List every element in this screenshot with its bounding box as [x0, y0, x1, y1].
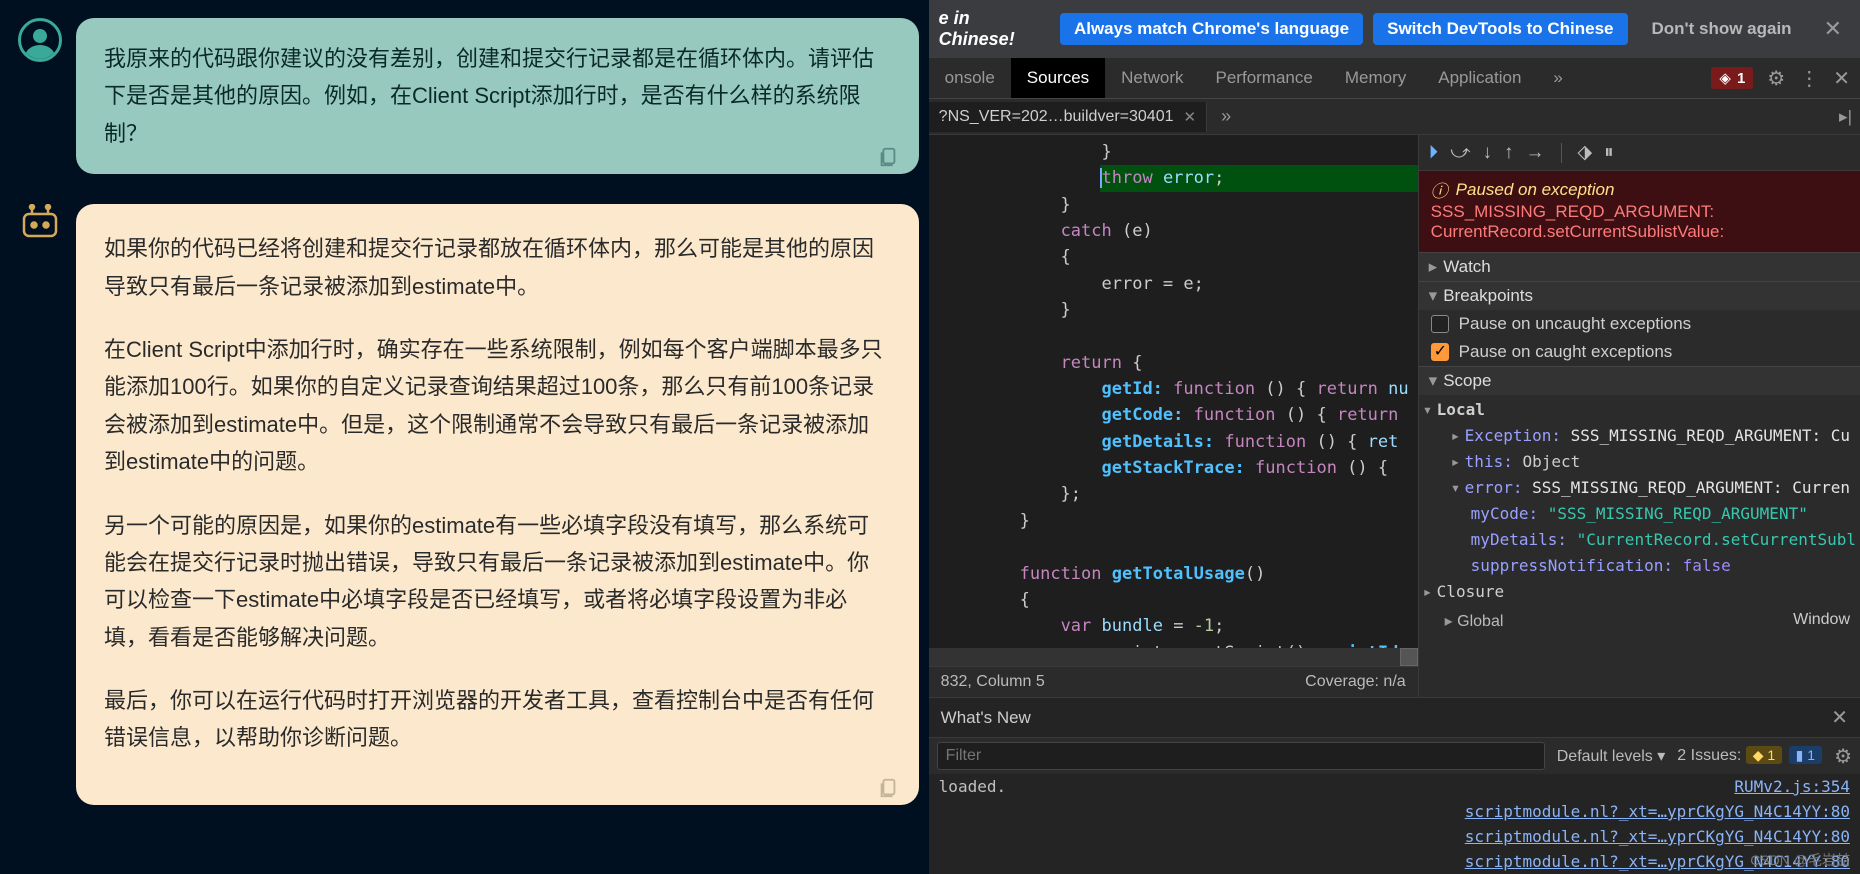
bot-message: 如果你的代码已经将创建和提交行记录都放在循环体内，那么可能是其他的原因导致只有最… — [76, 204, 919, 805]
bot-p3: 另一个可能的原因是，如果你的estimate有一些必填字段没有填写，那么系统可能… — [104, 507, 891, 657]
banner-close-icon[interactable]: ✕ — [1816, 16, 1850, 42]
tab-more-icon[interactable]: » — [1537, 58, 1578, 98]
console-link: scriptmodule.nl?_xt=…yprCKgYG_N4C14YY:80 — [1465, 802, 1850, 821]
console-row[interactable]: scriptmodule.nl?_xt=…yprCKgYG_N4C14YY:80 — [929, 849, 1860, 874]
pause-exc-icon[interactable]: ⏸ — [1604, 142, 1614, 164]
file-tab[interactable]: ?NS_VER=202…buildver=30401 ✕ — [929, 102, 1207, 132]
console-link: RUMv2.js:354 — [1734, 777, 1850, 796]
tab-console[interactable]: onsole — [929, 58, 1011, 98]
debug-toolbar: ⏵ ⤻ ↓ ↑ → ⬗ ⏸ — [1419, 135, 1860, 171]
tab-performance[interactable]: Performance — [1200, 58, 1329, 98]
h-scrollbar[interactable] — [929, 648, 1418, 666]
user-message: 我原来的代码跟你建议的没有差别，创建和提交行记录都是在循环体内。请评估下是否是其… — [76, 18, 919, 174]
switch-language-button[interactable]: Switch DevTools to Chinese — [1373, 13, 1627, 45]
sources-main: } throw error; } catch (e) { error = e; … — [929, 135, 1860, 697]
devtools-tabs: onsole Sources Network Performance Memor… — [929, 58, 1860, 99]
breakpoints-section[interactable]: Breakpoints — [1419, 281, 1860, 310]
debugger-sidebar: ⏵ ⤻ ↓ ↑ → ⬗ ⏸ Paused on exception SSS_MI… — [1419, 135, 1860, 697]
levels-dropdown[interactable]: Default levels ▾ — [1557, 746, 1666, 766]
bot-avatar-icon — [18, 204, 62, 248]
copy-icon[interactable] — [877, 773, 899, 795]
tab-application[interactable]: Application — [1422, 58, 1537, 98]
user-avatar-icon — [18, 18, 62, 62]
error-count-badge[interactable]: ◈ 1 — [1711, 67, 1753, 89]
tab-sources[interactable]: Sources — [1011, 58, 1105, 98]
match-language-button[interactable]: Always match Chrome's language — [1060, 13, 1363, 45]
deactivate-bp-icon[interactable]: ⬗ — [1578, 141, 1593, 164]
console-row[interactable]: scriptmodule.nl?_xt=…yprCKgYG_N4C14YY:80 — [929, 799, 1860, 824]
step-over-icon[interactable]: ⤻ — [1450, 142, 1470, 164]
code-editor[interactable]: } throw error; } catch (e) { error = e; … — [929, 135, 1418, 648]
scope-body: ▾Local ▸Exception: SSS_MISSING_REQD_ARGU… — [1419, 395, 1860, 607]
console-filter-bar: Default levels ▾ 2 Issues: ◆ 1 ▮ 1 ⚙ — [929, 737, 1860, 774]
bot-row: 如果你的代码已经将创建和提交行记录都放在循环体内，那么可能是其他的原因导致只有最… — [18, 204, 919, 805]
whatsnew-close-icon[interactable]: ✕ — [1831, 705, 1848, 730]
bot-p1: 如果你的代码已经将创建和提交行记录都放在循环体内，那么可能是其他的原因导致只有最… — [104, 230, 891, 305]
user-row: 我原来的代码跟你建议的没有差别，创建和提交行记录都是在循环体内。请评估下是否是其… — [18, 18, 919, 174]
banner-text: e in Chinese! — [939, 8, 1050, 50]
file-name: ?NS_VER=202…buildver=30401 — [939, 108, 1174, 126]
scope-section[interactable]: Scope — [1419, 366, 1860, 395]
code-column: } throw error; } catch (e) { error = e; … — [929, 135, 1419, 697]
whats-new-bar[interactable]: What's New ✕ — [929, 697, 1860, 737]
dont-show-button[interactable]: Don't show again — [1638, 13, 1806, 45]
step-into-icon[interactable]: ↓ — [1483, 142, 1493, 164]
chat-panel: 我原来的代码跟你建议的没有差别，创建和提交行记录都是在循环体内。请评估下是否是其… — [0, 0, 929, 874]
tab-memory[interactable]: Memory — [1329, 58, 1422, 98]
file-run-icon[interactable]: ▸| — [1839, 107, 1852, 127]
bot-p4: 最后，你可以在运行代码时打开浏览器的开发者工具，查看控制台中是否有任何错误信息，… — [104, 682, 891, 757]
devtools-panel: e in Chinese! Always match Chrome's lang… — [929, 0, 1860, 874]
devtools-close-icon[interactable]: ✕ — [1833, 66, 1850, 91]
console-link: scriptmodule.nl?_xt=…yprCKgYG_N4C14YY:80 — [1465, 827, 1850, 846]
file-close-icon[interactable]: ✕ — [1184, 108, 1197, 126]
resume-icon[interactable]: ⏵ — [1429, 142, 1439, 164]
file-tab-bar: ?NS_VER=202…buildver=30401 ✕ » ▸| — [929, 99, 1860, 135]
file-more-icon[interactable]: » — [1207, 106, 1245, 127]
step-out-icon[interactable]: ↑ — [1504, 142, 1514, 164]
pause-caught-row[interactable]: Pause on caught exceptions — [1419, 338, 1860, 366]
filter-input[interactable] — [937, 742, 1545, 770]
pause-detail-2: CurrentRecord.setCurrentSublistValue: — [1431, 222, 1848, 242]
issues-link[interactable]: 2 Issues: ◆ 1 ▮ 1 — [1677, 747, 1822, 765]
pause-uncaught-row[interactable]: Pause on uncaught exceptions — [1419, 310, 1860, 338]
tab-network[interactable]: Network — [1105, 58, 1199, 98]
code-status-bar: 832, Column 5 Coverage: n/a — [929, 666, 1418, 697]
global-scope-row[interactable]: ▸ GlobalWindow — [1419, 607, 1860, 635]
copy-icon[interactable] — [877, 142, 899, 164]
language-banner: e in Chinese! Always match Chrome's lang… — [929, 0, 1860, 58]
bot-p2: 在Client Script中添加行时，确实存在一些系统限制，例如每个客户端脚本… — [104, 331, 891, 481]
user-text: 我原来的代码跟你建议的没有差别，创建和提交行记录都是在循环体内。请评估下是否是其… — [104, 46, 874, 146]
console-output: loaded.RUMv2.js:354 scriptmodule.nl?_xt=… — [929, 774, 1860, 874]
pause-detail-1: SSS_MISSING_REQD_ARGUMENT: — [1431, 202, 1848, 222]
coverage-status: Coverage: n/a — [1305, 673, 1406, 691]
console-settings-icon[interactable]: ⚙ — [1834, 744, 1852, 769]
cursor-position: 832, Column 5 — [941, 673, 1045, 691]
console-row[interactable]: scriptmodule.nl?_xt=…yprCKgYG_N4C14YY:80 — [929, 824, 1860, 849]
pause-title: Paused on exception — [1431, 177, 1848, 202]
more-icon[interactable]: ⋮ — [1799, 66, 1819, 91]
pause-banner: Paused on exception SSS_MISSING_REQD_ARG… — [1419, 171, 1860, 252]
console-row[interactable]: loaded.RUMv2.js:354 — [929, 774, 1860, 799]
watch-section[interactable]: Watch — [1419, 252, 1860, 281]
attribution: CSDN @毛岩喆 — [1750, 850, 1850, 870]
settings-icon[interactable]: ⚙ — [1767, 66, 1785, 91]
step-icon[interactable]: → — [1526, 142, 1545, 164]
